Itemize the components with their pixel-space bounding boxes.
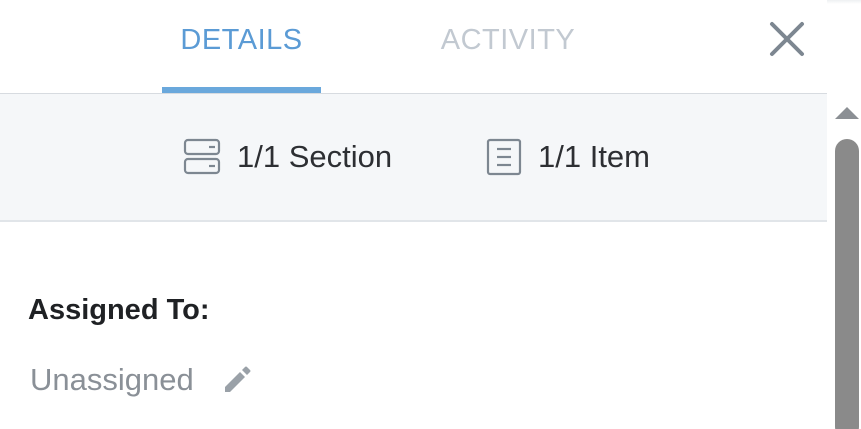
- scroll-thumb[interactable]: [835, 139, 859, 429]
- document-icon: [486, 138, 522, 176]
- items-count: 1/1 Item: [538, 139, 650, 174]
- assignee-row: Unassigned: [30, 362, 252, 398]
- close-icon: [770, 22, 804, 56]
- close-button[interactable]: [768, 20, 806, 58]
- pencil-icon: [224, 366, 251, 392]
- sections-icon: [183, 138, 221, 175]
- assignee-value: Unassigned: [30, 362, 194, 397]
- edit-assignee-button[interactable]: [222, 365, 252, 395]
- scroll-up-arrow-icon[interactable]: [835, 107, 859, 119]
- items-summary: 1/1 Item: [486, 137, 650, 177]
- sections-count: 1/1 Section: [237, 139, 393, 174]
- tab-details[interactable]: DETAILS: [162, 24, 321, 93]
- vertical-scrollbar[interactable]: [827, 93, 861, 429]
- tab-activity[interactable]: ACTIVITY: [428, 24, 588, 93]
- progress-summary: 1/1 Section 1/1 Item: [0, 94, 827, 222]
- details-panel: DETAILS ACTIVITY 1/1 Section 1/1 Item As…: [0, 0, 861, 429]
- assigned-to-label: Assigned To:: [28, 294, 210, 326]
- sections-summary: 1/1 Section: [183, 137, 392, 177]
- tab-bar: DETAILS ACTIVITY: [0, 0, 827, 94]
